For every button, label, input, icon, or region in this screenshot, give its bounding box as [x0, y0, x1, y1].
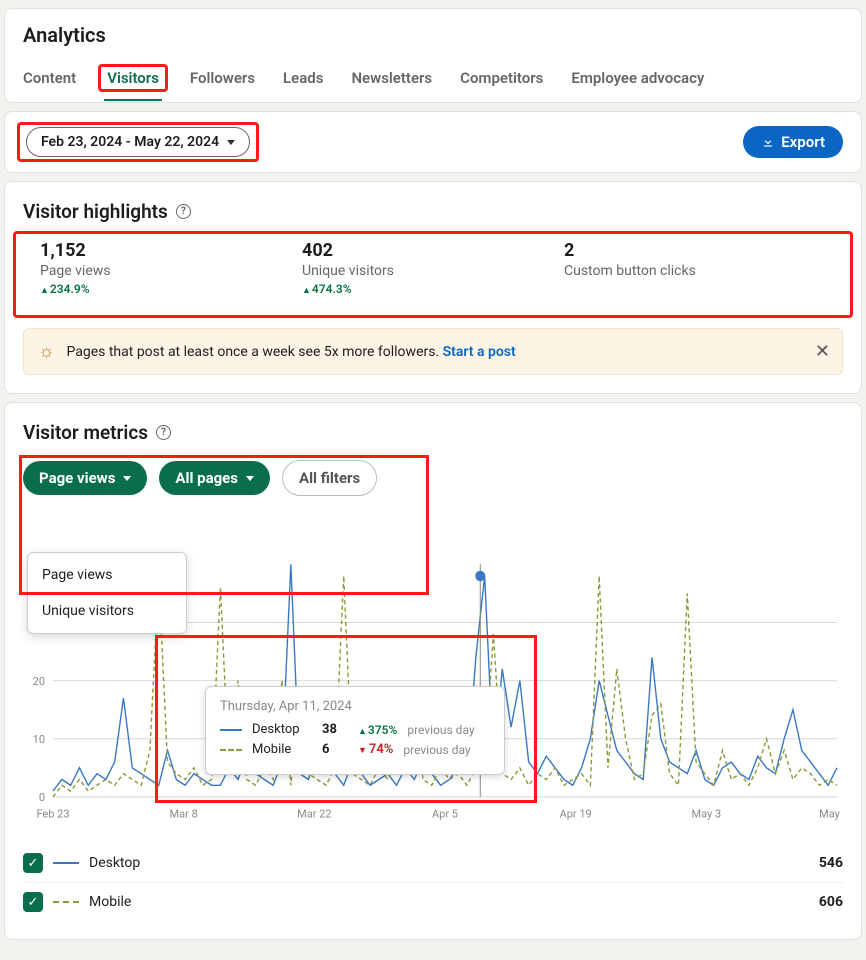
close-icon[interactable]: ✕ [815, 341, 830, 362]
metrics-card: Visitor metrics ? Page views All pages A… [4, 402, 862, 940]
all-filters-button[interactable]: All filters [282, 460, 377, 496]
tooltip-row: Mobile674%previous day [220, 742, 490, 757]
highlight-page-views: 1,152Page views234.9% [40, 240, 302, 297]
tab-newsletters[interactable]: Newsletters [351, 59, 432, 101]
tab-content[interactable]: Content [23, 59, 76, 101]
analytics-header: Analytics Content Visitors Followers Leads N… [4, 8, 862, 103]
toolbar-card: Feb 23, 2024 - May 22, 2024 Export [4, 111, 862, 173]
svg-text:May 3: May 3 [692, 808, 722, 821]
metric-dropdown: Page viewsUnique visitors [27, 552, 187, 634]
tooltip-date: Thursday, Apr 11, 2024 [220, 699, 490, 714]
highlight-unique-visitors: 402Unique visitors474.3% [302, 240, 564, 297]
pages-filter-label: All pages [175, 469, 238, 487]
filters-row: Page views All pages All filters [5, 454, 861, 516]
chart-tooltip: Thursday, Apr 11, 2024 Desktop38375%prev… [205, 686, 505, 775]
highlights-card: Visitor highlights ? 1,152Page views234.… [4, 181, 862, 394]
svg-text:Mar 22: Mar 22 [297, 808, 331, 821]
highlights-title: Visitor highlights [23, 200, 168, 223]
svg-text:10: 10 [33, 733, 45, 746]
page-title: Analytics [23, 23, 843, 47]
tab-employee-advocacy[interactable]: Employee advocacy [571, 59, 704, 101]
svg-text:Apr 5: Apr 5 [432, 808, 458, 821]
date-range-picker[interactable]: Feb 23, 2024 - May 22, 2024 [26, 127, 250, 157]
metric-filter[interactable]: Page views [23, 461, 147, 495]
svg-text:May 17: May 17 [819, 808, 843, 821]
tip-text: Pages that post at least once a week see… [67, 344, 443, 360]
export-label: Export [781, 133, 825, 151]
all-filters-label: All filters [299, 469, 360, 487]
metrics-title: Visitor metrics [23, 421, 148, 444]
legend-row-desktop[interactable]: ✓Desktop546 [23, 844, 843, 882]
chevron-down-icon [246, 476, 254, 481]
tab-followers[interactable]: Followers [190, 59, 255, 101]
pages-filter[interactable]: All pages [159, 461, 270, 495]
svg-text:0: 0 [39, 791, 45, 804]
svg-text:20: 20 [33, 675, 45, 688]
svg-text:Apr 19: Apr 19 [560, 808, 592, 821]
chevron-down-icon [227, 140, 235, 145]
download-icon [761, 135, 775, 149]
chevron-down-icon [123, 476, 131, 481]
tooltip-row: Desktop38375%previous day [220, 722, 490, 737]
chart-legend: ✓Desktop546✓Mobile606 [5, 836, 861, 939]
dropdown-item[interactable]: Page views [28, 557, 186, 593]
checkbox-icon[interactable]: ✓ [23, 853, 43, 873]
checkbox-icon[interactable]: ✓ [23, 892, 43, 912]
tab-competitors[interactable]: Competitors [460, 59, 543, 101]
start-post-link[interactable]: Start a post [443, 344, 516, 360]
legend-row-mobile[interactable]: ✓Mobile606 [23, 882, 843, 921]
help-icon[interactable]: ? [176, 204, 191, 219]
help-icon[interactable]: ? [156, 425, 171, 440]
metric-filter-label: Page views [39, 469, 115, 487]
export-button[interactable]: Export [743, 126, 843, 158]
tabs: Content Visitors Followers Leads Newsletters… [23, 59, 843, 102]
svg-text:Feb 23: Feb 23 [36, 808, 69, 821]
highlights-row: 1,152Page views234.9%402Unique visitors4… [22, 236, 844, 313]
dropdown-item[interactable]: Unique visitors [28, 593, 186, 629]
lightbulb-icon: ☼ [38, 341, 55, 362]
date-range-text: Feb 23, 2024 - May 22, 2024 [41, 134, 219, 150]
tip-banner: ☼ Pages that post at least once a week s… [23, 328, 843, 375]
highlight-custom-button-clicks: 2Custom button clicks [564, 240, 826, 297]
tab-visitors[interactable]: Visitors [104, 59, 162, 101]
tab-leads[interactable]: Leads [283, 59, 323, 101]
svg-text:Mar 8: Mar 8 [170, 808, 198, 821]
